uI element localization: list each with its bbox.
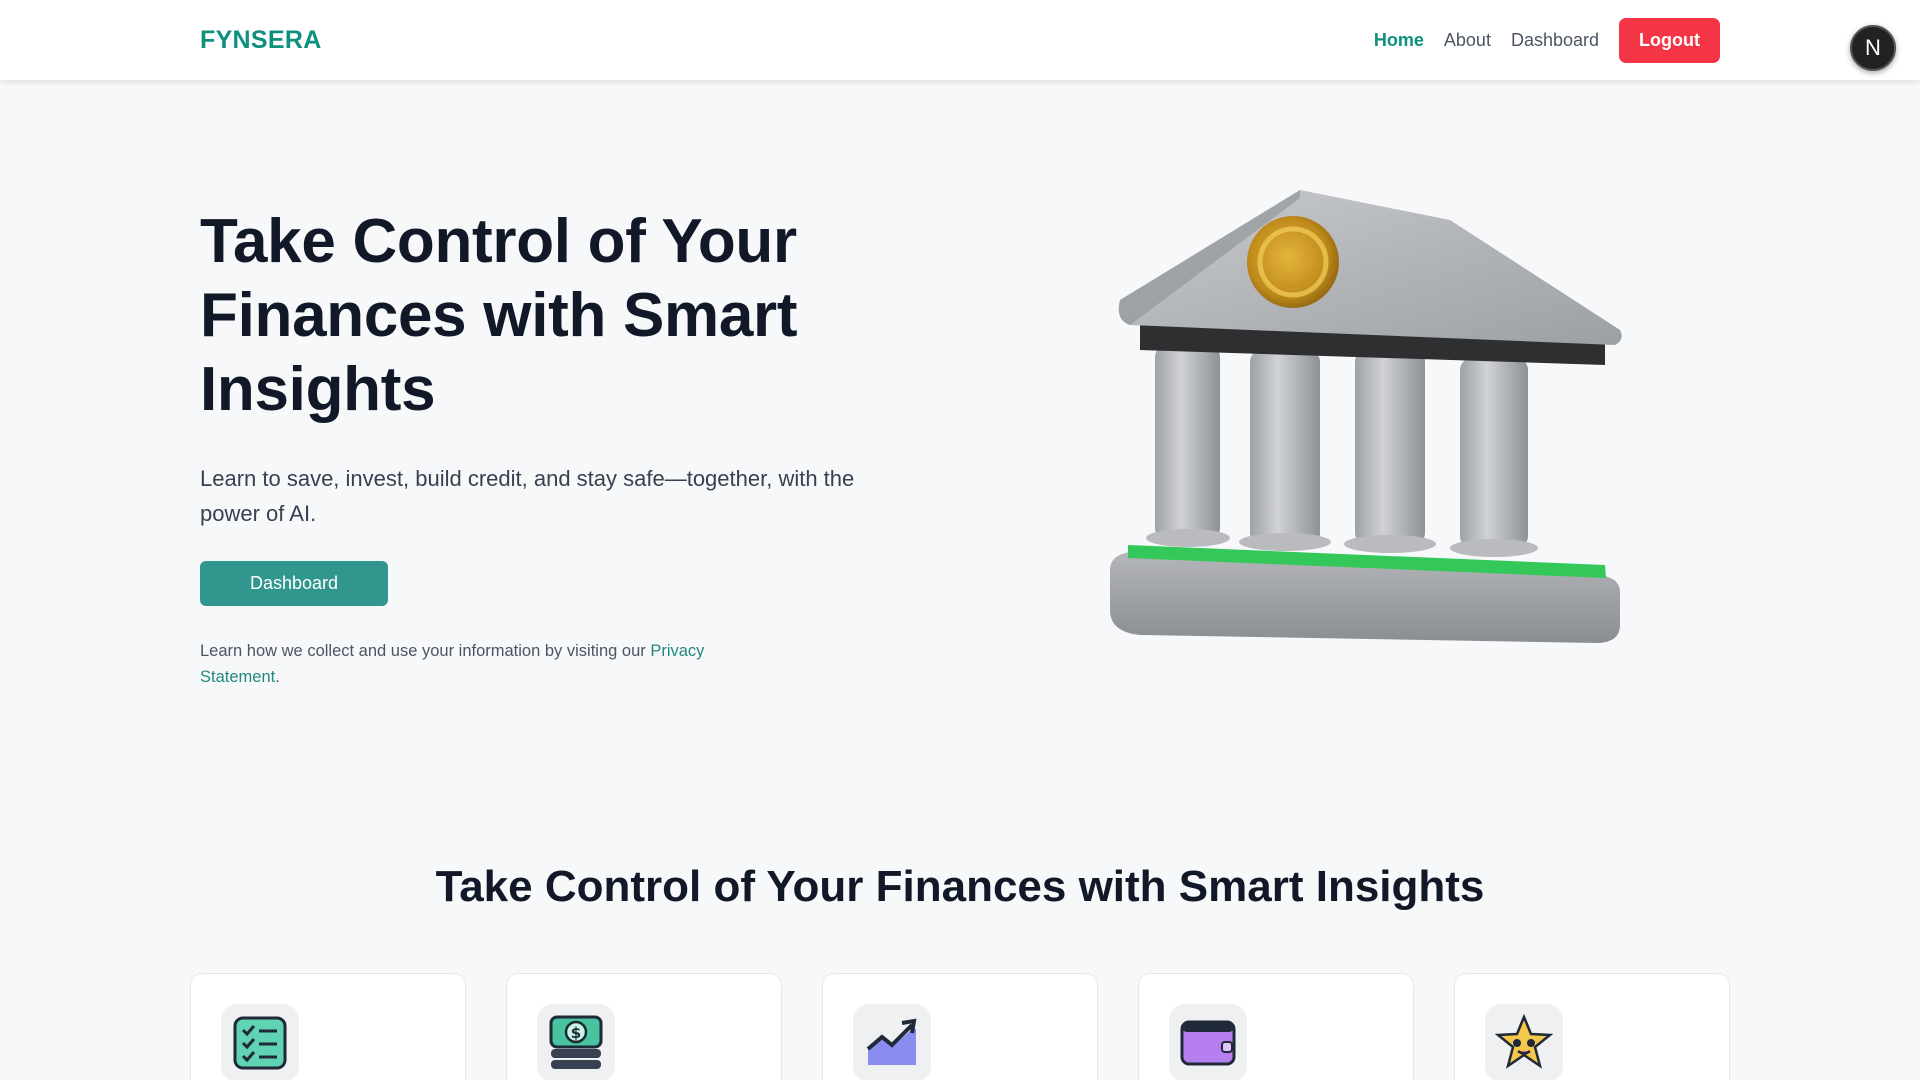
feature-card[interactable]	[1138, 973, 1414, 1080]
wallet-icon	[1169, 1004, 1247, 1080]
feature-cards: $	[190, 973, 1730, 1080]
privacy-text: Learn how we collect and use your inform…	[200, 642, 651, 660]
nav-dashboard-link[interactable]: Dashboard	[1511, 30, 1599, 51]
nav-about-link[interactable]: About	[1444, 30, 1491, 51]
hero-title: Take Control of Your Finances with Smart…	[200, 207, 798, 424]
bank-building-illustration	[1110, 190, 1622, 643]
feature-card[interactable]	[1454, 973, 1730, 1080]
top-navbar: FYNSERA Home About Dashboard Logout	[0, 0, 1920, 80]
dashboard-button[interactable]: Dashboard	[200, 561, 388, 606]
nav-links: Home About Dashboard Logout	[1374, 18, 1720, 63]
nav-home-link[interactable]: Home	[1374, 30, 1424, 51]
star-face-icon	[1485, 1004, 1563, 1080]
user-avatar[interactable]: N	[1850, 25, 1896, 71]
svg-text:$: $	[571, 1024, 581, 1042]
brand-logo[interactable]: FYNSERA	[200, 26, 322, 55]
features-section-title: Take Control of Your Finances with Smart…	[435, 862, 1485, 911]
checklist-icon	[221, 1004, 299, 1080]
feature-card[interactable]	[190, 973, 466, 1080]
privacy-end: .	[275, 668, 280, 686]
privacy-notice: Learn how we collect and use your inform…	[200, 638, 760, 690]
hero-subtitle: Learn to save, invest, build credit, and…	[200, 466, 855, 526]
logout-button[interactable]: Logout	[1619, 18, 1720, 63]
feature-card[interactable]	[822, 973, 1098, 1080]
chart-up-icon	[853, 1004, 931, 1080]
hero-section: Take Control of Your Finances with Smart…	[200, 205, 920, 690]
feature-card[interactable]: $	[506, 973, 782, 1080]
money-stack-icon: $	[537, 1004, 615, 1080]
